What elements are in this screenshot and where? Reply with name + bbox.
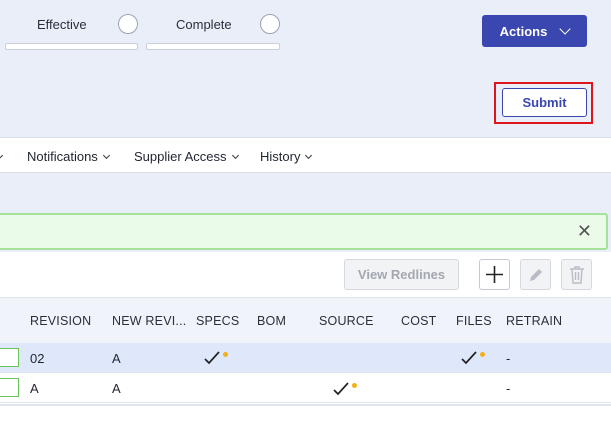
- delete-button[interactable]: [561, 259, 592, 290]
- column-header-files[interactable]: FILES: [456, 314, 492, 328]
- submit-button[interactable]: Submit: [502, 88, 587, 117]
- actions-label: Actions: [499, 23, 548, 39]
- cell-new-revision: A: [112, 351, 121, 366]
- status-dot: [480, 352, 485, 357]
- close-icon[interactable]: ✕: [577, 222, 592, 240]
- column-header-source[interactable]: SOURCE: [319, 314, 374, 328]
- table-header: REVISION NEW REVI... SPECS BOM SOURCE CO…: [0, 297, 611, 343]
- stage-label: Complete: [176, 17, 232, 32]
- column-header-cost[interactable]: COST: [401, 314, 437, 328]
- stage-status-circle: [118, 14, 138, 34]
- chevron-down-icon: [231, 151, 239, 159]
- table-bottom-border: [0, 404, 611, 406]
- tab-notifications[interactable]: Notifications: [27, 149, 110, 164]
- cell-new-revision: A: [112, 381, 121, 396]
- view-redlines-button[interactable]: View Redlines: [344, 259, 459, 290]
- edit-button[interactable]: [520, 259, 551, 290]
- chevron-down-icon: [0, 151, 4, 160]
- pencil-icon: [529, 268, 542, 281]
- chevron-down-icon: [559, 23, 571, 35]
- success-alert: ✕: [0, 213, 608, 250]
- column-header-revision[interactable]: REVISION: [30, 314, 91, 328]
- cell-retrain: -: [506, 381, 511, 396]
- column-header-new-revision[interactable]: NEW REVI...: [112, 314, 186, 328]
- tab-label: Notifications: [27, 149, 98, 164]
- stage-label: Effective: [37, 17, 87, 32]
- stage-complete: Complete: [140, 0, 285, 52]
- stage-effective: Effective: [0, 0, 140, 52]
- stage-progress-bar: [5, 43, 138, 50]
- row-select-tag[interactable]: [0, 378, 19, 397]
- check-icon: [204, 351, 220, 365]
- tab-label: History: [260, 149, 301, 164]
- tab-bar: Notifications Supplier Access History: [0, 137, 611, 173]
- table-row[interactable]: A A -: [0, 373, 611, 403]
- stage-status-circle: [260, 14, 280, 34]
- tab-label: Supplier Access: [134, 149, 227, 164]
- stage-progress-bar: [146, 43, 280, 50]
- check-icon: [333, 382, 349, 396]
- cell-retrain: -: [506, 351, 511, 366]
- section-spacer: [0, 173, 611, 213]
- submit-label: Submit: [522, 95, 567, 110]
- table-row[interactable]: 02 A -: [0, 343, 611, 373]
- add-button[interactable]: [479, 259, 510, 290]
- column-header-retrain[interactable]: RETRAIN: [506, 314, 562, 328]
- view-redlines-label: View Redlines: [357, 267, 446, 282]
- chevron-down-icon: [305, 151, 313, 159]
- status-dot: [223, 352, 228, 357]
- column-header-bom[interactable]: BOM: [257, 314, 286, 328]
- tab-supplier-access[interactable]: Supplier Access: [134, 149, 239, 164]
- cell-revision: 02: [30, 351, 45, 366]
- chevron-down-icon: [102, 151, 110, 159]
- check-icon: [461, 351, 477, 365]
- tab-history[interactable]: History: [260, 149, 313, 164]
- status-dot: [352, 383, 357, 388]
- actions-button[interactable]: Actions: [482, 15, 587, 47]
- plus-icon: [486, 266, 503, 283]
- row-select-tag[interactable]: [0, 348, 19, 367]
- column-header-specs[interactable]: SPECS: [196, 314, 239, 328]
- cell-revision: A: [30, 381, 39, 396]
- workflow-header: Effective Complete Actions Submit: [0, 0, 611, 137]
- trash-icon: [569, 265, 584, 284]
